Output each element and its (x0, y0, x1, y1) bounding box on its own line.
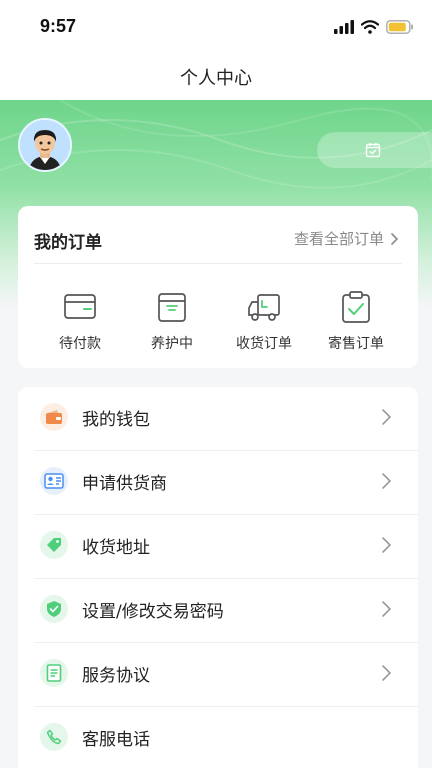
status-time: 9:57 (40, 16, 77, 36)
order-item-label: 待付款 (59, 336, 101, 352)
page-title: 个人中心 (180, 68, 252, 89)
order-item-label: 寄售订单 (328, 336, 384, 352)
chevron-right-icon (382, 537, 392, 553)
chevron-right-icon (391, 232, 399, 245)
user-avatar-icon (20, 120, 70, 170)
orders-divider (34, 263, 402, 264)
menu-item-wallet[interactable]: 我的钱包 (18, 387, 418, 451)
menu-item-label: 我的钱包 (82, 410, 150, 430)
clipboard-check-icon (342, 291, 370, 323)
box-icon (158, 293, 186, 322)
view-all-orders-link[interactable]: 查看全部订单 (294, 228, 400, 249)
calendar-check-icon (365, 143, 381, 158)
menu-item-trade-password[interactable]: 设置/修改交易密码 (18, 579, 418, 643)
order-pending-payment[interactable]: 待付款 (40, 290, 120, 354)
status-bar: 9:57 (0, 0, 432, 52)
document-icon (40, 659, 68, 687)
signal-icon (334, 20, 354, 34)
order-consignment[interactable]: 寄售订单 (316, 290, 396, 354)
tag-icon (40, 531, 68, 559)
menu-item-label: 设置/修改交易密码 (82, 602, 224, 622)
chevron-right-icon (382, 601, 392, 617)
orders-card: 我的订单 查看全部订单 待付款 养护中 收货订单 寄售订单 (18, 206, 418, 368)
settings-menu: 我的钱包 申请供货商 收货地址 设置/修改交易密码 服务协议 客服电话 (18, 387, 418, 768)
order-received[interactable]: 收货订单 (224, 290, 304, 354)
checkin-button[interactable] (317, 132, 432, 168)
menu-item-service-agreement[interactable]: 服务协议 (18, 643, 418, 707)
phone-icon (40, 723, 68, 751)
order-item-label: 收货订单 (236, 336, 292, 352)
order-item-label: 养护中 (151, 336, 193, 352)
menu-item-label: 客服电话 (82, 730, 150, 750)
menu-item-label: 收货地址 (82, 538, 150, 558)
avatar[interactable] (18, 118, 72, 172)
wallet-icon (64, 294, 96, 319)
menu-item-label: 服务协议 (82, 666, 150, 686)
orders-title: 我的订单 (34, 233, 102, 253)
truck-icon (248, 294, 280, 321)
id-card-icon (40, 467, 68, 495)
chevron-right-icon (382, 409, 392, 425)
menu-item-apply-supplier[interactable]: 申请供货商 (18, 451, 418, 515)
chevron-right-icon (382, 473, 392, 489)
order-in-maintenance[interactable]: 养护中 (132, 290, 212, 354)
menu-item-customer-service-phone[interactable]: 客服电话 (18, 707, 418, 768)
menu-item-shipping-address[interactable]: 收货地址 (18, 515, 418, 579)
status-icons (334, 18, 414, 36)
shield-check-icon (40, 595, 68, 623)
battery-icon (386, 20, 413, 34)
view-all-orders-label: 查看全部订单 (293, 230, 384, 248)
menu-item-label: 申请供货商 (82, 474, 167, 494)
wallet-icon (40, 403, 68, 431)
chevron-right-icon (382, 665, 392, 681)
nav-bar: 个人中心 (0, 52, 432, 100)
wifi-icon (361, 20, 379, 34)
